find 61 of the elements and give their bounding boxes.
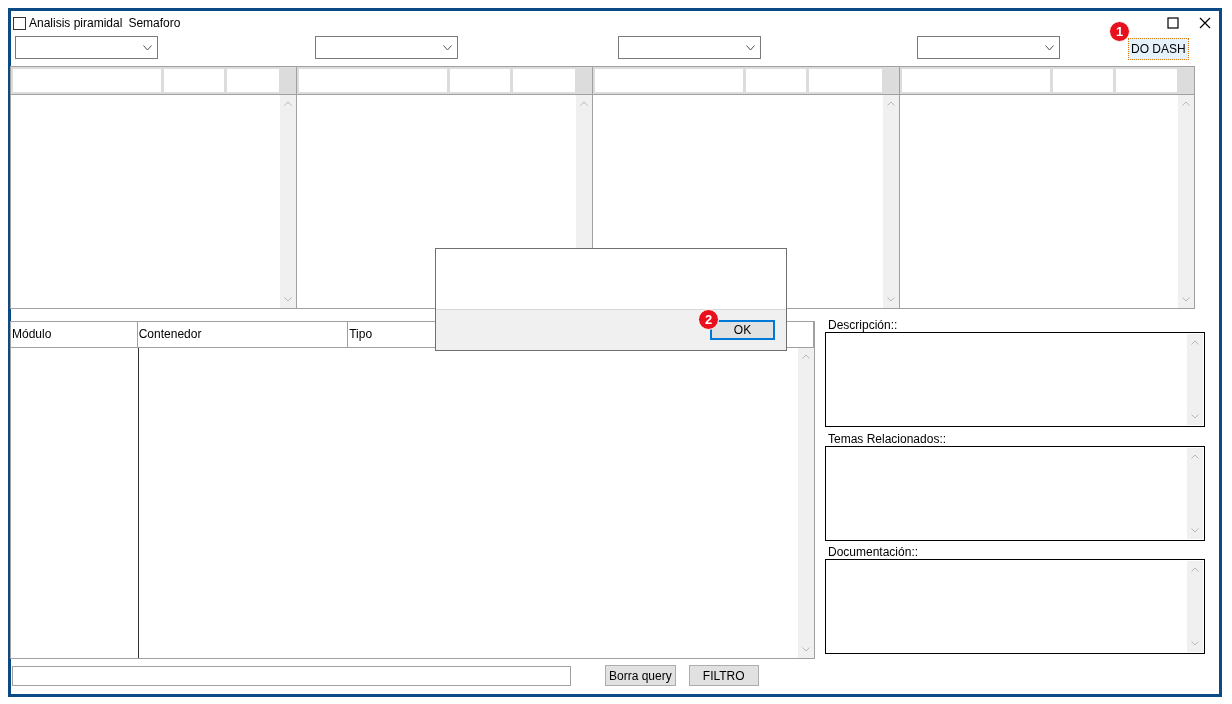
dropdown[interactable] — [315, 36, 458, 59]
scrollbar[interactable] — [798, 348, 814, 658]
column-header[interactable] — [902, 69, 1050, 92]
column-header[interactable]: Contenedor — [137, 322, 349, 347]
field-label: Descripción:: — [827, 318, 899, 332]
maximize-icon[interactable] — [1167, 17, 1179, 29]
dropdown[interactable] — [15, 36, 158, 59]
scroll-up-icon[interactable] — [284, 101, 292, 106]
text-area[interactable] — [825, 332, 1205, 427]
dropdown[interactable] — [618, 36, 761, 59]
column-header[interactable] — [1116, 69, 1177, 92]
chevron-down-icon — [1045, 44, 1054, 51]
list-panel[interactable] — [899, 66, 1195, 309]
footer-button[interactable]: FILTRO — [688, 665, 759, 686]
field-label: Documentación:: — [827, 545, 920, 560]
scroll-down-icon[interactable] — [802, 647, 810, 652]
scrollbar[interactable] — [1187, 334, 1203, 425]
list-panel[interactable] — [10, 66, 297, 309]
column-header[interactable] — [595, 69, 743, 92]
column-header[interactable] — [299, 69, 447, 92]
dropdown[interactable] — [917, 36, 1060, 59]
chevron-down-icon — [443, 44, 452, 51]
scroll-up-icon[interactable] — [1191, 453, 1199, 459]
scroll-down-icon[interactable] — [887, 297, 895, 302]
scroll-down-icon[interactable] — [284, 297, 292, 302]
scrollbar[interactable] — [280, 95, 296, 308]
column-header[interactable] — [227, 69, 279, 92]
column-header[interactable] — [809, 69, 882, 92]
step-marker: 1 — [1109, 21, 1130, 42]
scrollbar[interactable] — [1187, 561, 1203, 653]
scroll-down-icon[interactable] — [1182, 297, 1190, 302]
scroll-up-icon[interactable] — [1191, 340, 1199, 345]
column-header[interactable] — [1053, 69, 1113, 92]
scrollbar[interactable] — [1178, 95, 1194, 308]
analysis-checkbox[interactable]: Analisis piramidal — [13, 16, 123, 30]
scroll-up-icon[interactable] — [580, 101, 588, 106]
column-header[interactable] — [13, 69, 161, 92]
scroll-up-icon[interactable] — [1182, 101, 1190, 106]
text-area[interactable] — [825, 445, 1205, 541]
footer-button[interactable]: Borra query — [605, 665, 676, 686]
column-header[interactable] — [164, 69, 224, 92]
field-label: Temas Relacionados:: — [827, 431, 948, 446]
scrollbar[interactable] — [1187, 447, 1203, 539]
scroll-down-icon[interactable] — [1191, 527, 1199, 533]
scrollbar[interactable] — [883, 95, 899, 308]
column-header[interactable] — [513, 69, 575, 92]
column-header[interactable] — [746, 69, 806, 92]
chevron-down-icon — [746, 44, 755, 51]
scroll-down-icon[interactable] — [1191, 641, 1199, 647]
scroll-up-icon[interactable] — [802, 354, 810, 359]
column-header[interactable] — [450, 69, 510, 92]
do-dash-button[interactable]: DO DASH — [1128, 38, 1189, 60]
scroll-up-icon[interactable] — [887, 101, 895, 106]
chevron-down-icon — [143, 44, 152, 51]
semaforo-label: Semaforo — [128, 16, 181, 30]
query-field[interactable] — [12, 665, 571, 686]
scroll-down-icon[interactable] — [1191, 414, 1199, 419]
close-icon[interactable] — [1199, 17, 1211, 29]
column-header[interactable]: Módulo — [11, 322, 138, 347]
text-area[interactable] — [825, 559, 1205, 655]
scroll-up-icon[interactable] — [1191, 567, 1199, 573]
